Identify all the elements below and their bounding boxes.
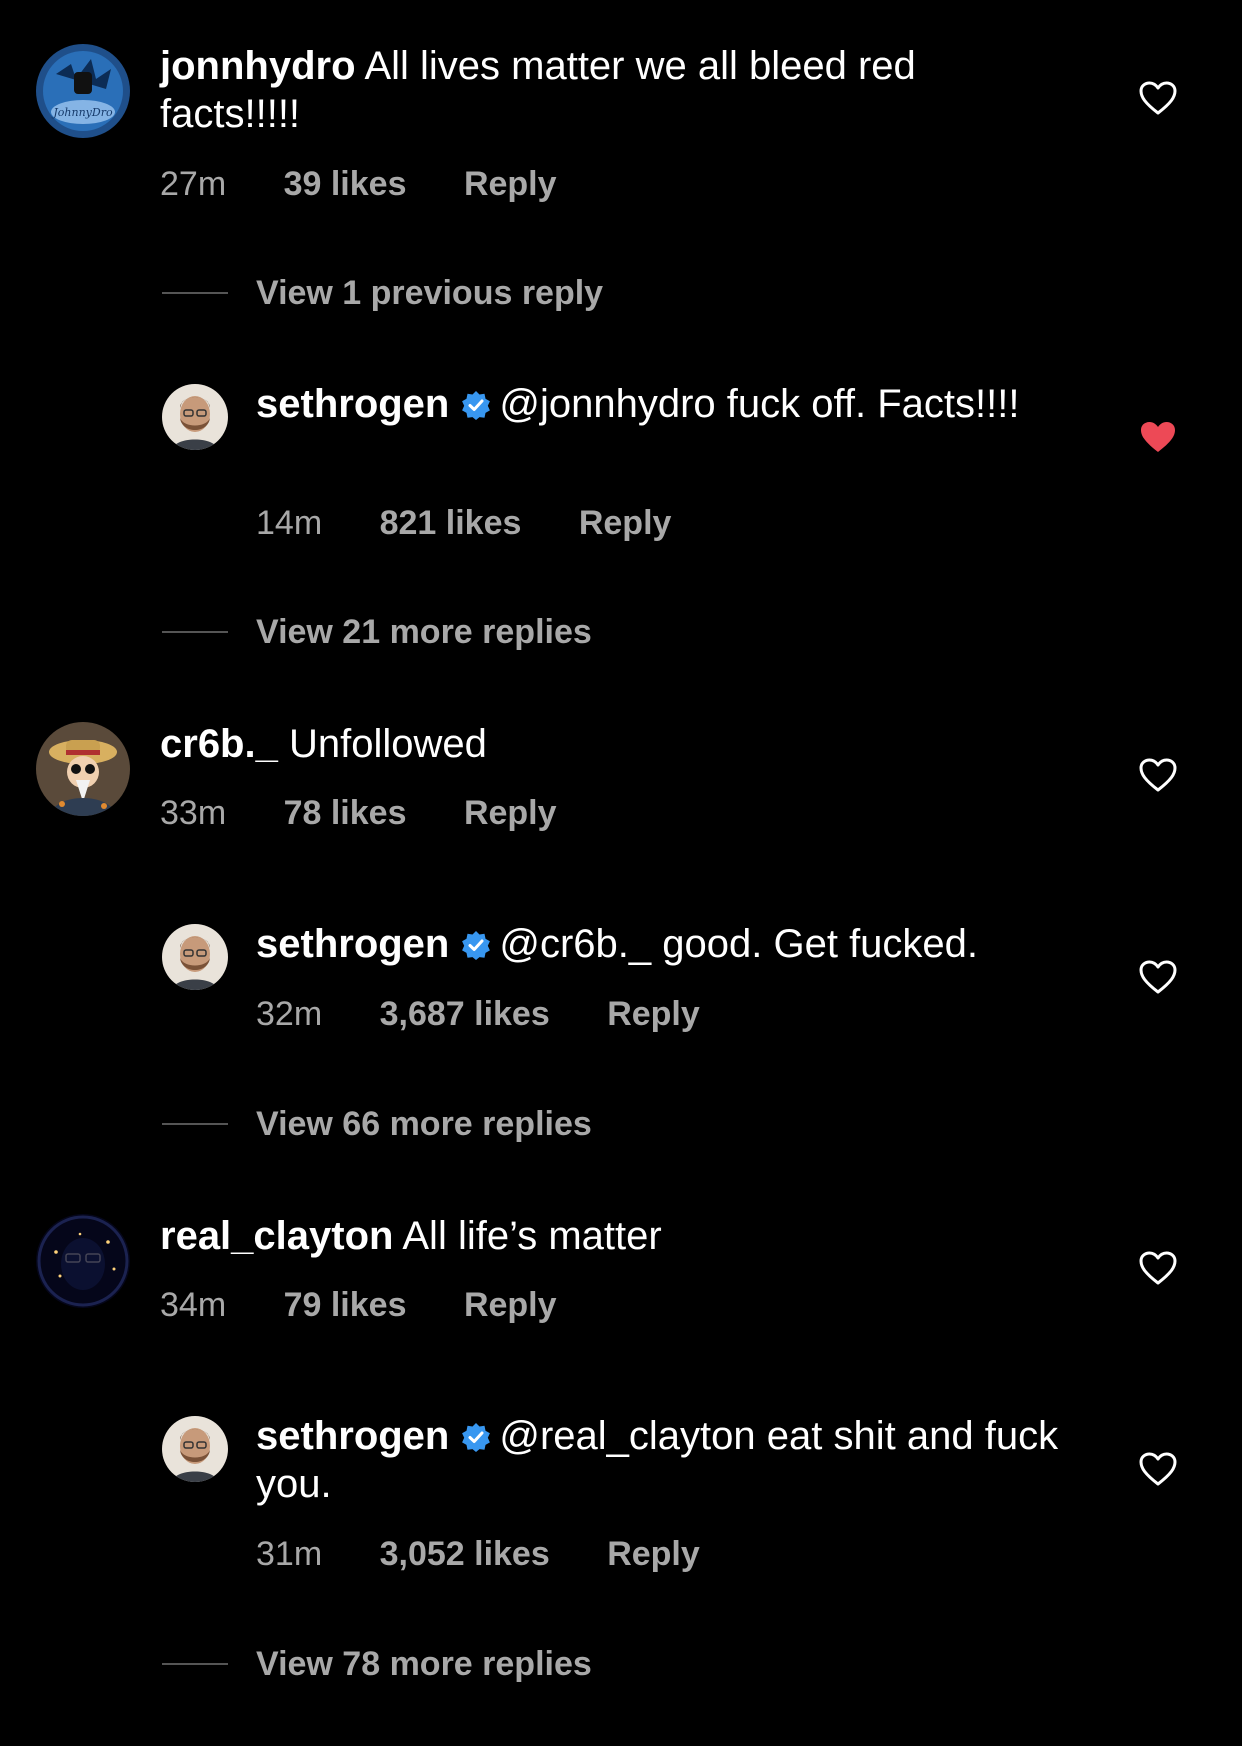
comment-meta: 27m 39 likes Reply [160,164,605,204]
comment-username[interactable]: jonnhydro [160,44,356,88]
comment-text: real_clayton All life’s matter [160,1212,1060,1260]
comment-time: 33m [160,794,227,832]
reply-button[interactable]: Reply [607,1535,700,1573]
avatar-image [36,722,130,816]
view-more-replies-link[interactable]: View 21 more replies [256,612,592,652]
verified-badge-icon [461,930,491,960]
reply-button[interactable]: Reply [579,504,672,542]
thread-line [162,1663,228,1665]
like-heart-icon[interactable] [1139,758,1177,792]
avatar-image: JohnnyDro [36,44,130,138]
reply-mention[interactable]: @cr6b._ [499,922,651,966]
reply-meta: 32m 3,687 likes Reply [256,994,748,1034]
reply-time: 14m [256,504,323,542]
reply-time: 32m [256,995,323,1033]
reply-username[interactable]: sethrogen [256,1414,449,1458]
comment-meta: 34m 79 likes Reply [160,1285,605,1325]
reply-button[interactable]: Reply [464,1286,557,1324]
avatar-cr6b[interactable] [36,722,130,816]
reply-body: good. Get fucked. [662,922,979,966]
reply-mention[interactable]: @jonnhydro [499,382,715,426]
comment-meta: 33m 78 likes Reply [160,793,605,833]
avatar-sethrogen[interactable] [162,1416,228,1482]
thread-line [162,1123,228,1125]
comment-time: 27m [160,165,227,203]
reply-time: 31m [256,1535,323,1573]
reply-button[interactable]: Reply [607,995,700,1033]
thread-line [162,631,228,633]
avatar-image [162,1416,228,1482]
avatar-image [162,384,228,450]
reply-username[interactable]: sethrogen [256,922,449,966]
comment-username[interactable]: cr6b._ [160,722,278,766]
reply-text: sethrogen @real_clayton eat shit and fuck… [256,1412,1076,1508]
comment-text: jonnhydro All lives matter we all bleed … [160,42,1060,138]
reply-button[interactable]: Reply [464,794,557,832]
avatar-jonnhydro[interactable]: JohnnyDro [36,44,130,138]
liked-heart-icon[interactable] [1139,420,1177,454]
comment-username[interactable]: real_clayton [160,1214,393,1258]
avatar-sethrogen[interactable] [162,924,228,990]
reply-meta: 31m 3,052 likes Reply [256,1534,748,1574]
reply-button[interactable]: Reply [464,165,557,203]
likes-count[interactable]: 78 likes [284,794,407,832]
reply-meta: 14m 821 likes Reply [256,503,719,543]
like-heart-icon[interactable] [1139,960,1177,994]
likes-count[interactable]: 3,687 likes [380,995,550,1033]
view-more-replies-link[interactable]: View 66 more replies [256,1104,592,1144]
likes-count[interactable]: 79 likes [284,1286,407,1324]
thread-line [162,292,228,294]
reply-text: sethrogen @jonnhydro fuck off. Facts!!!! [256,380,1116,428]
likes-count[interactable]: 39 likes [284,165,407,203]
like-heart-icon[interactable] [1139,1251,1177,1285]
likes-count[interactable]: 3,052 likes [380,1535,550,1573]
avatar-image [162,924,228,990]
comment-body: Unfollowed [288,722,487,766]
likes-count[interactable]: 821 likes [380,504,522,542]
view-more-replies-link[interactable]: View 78 more replies [256,1644,592,1684]
reply-mention[interactable]: @real_clayton [499,1414,755,1458]
verified-badge-icon [461,390,491,420]
like-heart-icon[interactable] [1139,81,1177,115]
comment-time: 34m [160,1286,227,1324]
svg-text:JohnnyDro: JohnnyDro [51,106,113,119]
avatar-real-clayton[interactable] [36,1214,130,1308]
reply-username[interactable]: sethrogen [256,382,449,426]
comment-text: cr6b._ Unfollowed [160,720,1060,768]
avatar-image [36,1214,130,1308]
like-heart-icon[interactable] [1139,1452,1177,1486]
comment-body: All life’s matter [402,1214,662,1258]
reply-text: sethrogen @cr6b._ good. Get fucked. [256,920,1156,968]
view-previous-replies-link[interactable]: View 1 previous reply [256,273,603,313]
reply-body: fuck off. Facts!!!! [726,382,1020,426]
avatar-sethrogen[interactable] [162,384,228,450]
verified-badge-icon [461,1422,491,1452]
